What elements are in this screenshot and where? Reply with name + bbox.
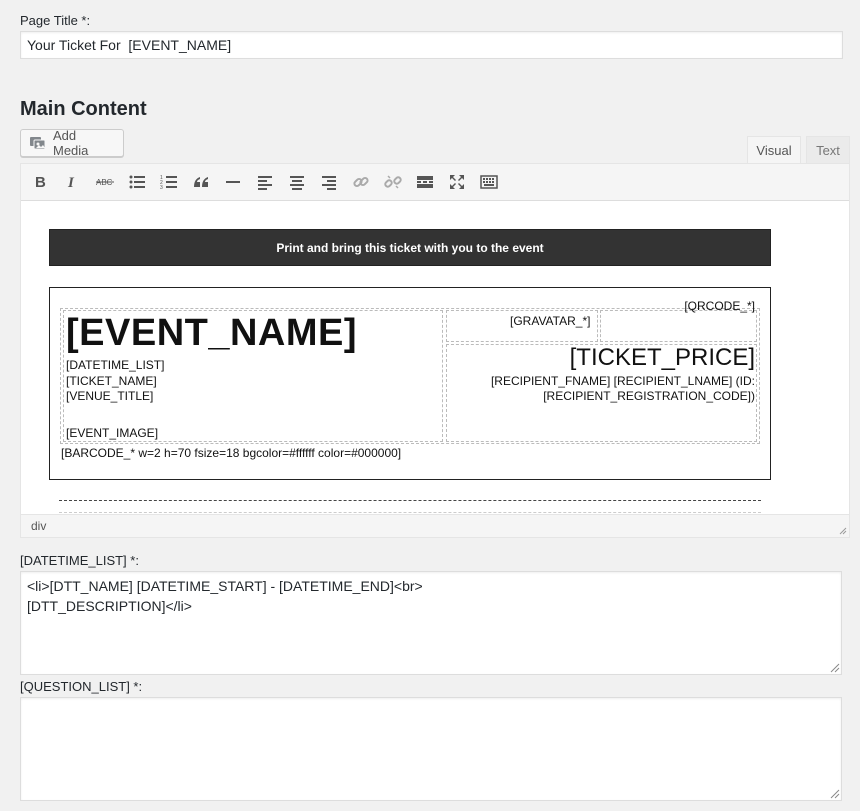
blockquote-icon[interactable]	[189, 170, 213, 194]
editor-statusbar: div	[21, 514, 849, 537]
recipient-line1-text: [RECIPIENT_FNAME] [RECIPIENT_LNAME] (ID:	[490, 374, 755, 388]
add-media-icon	[29, 135, 47, 151]
align-center-icon[interactable]	[285, 170, 309, 194]
page-title-label: Page Title *:	[20, 13, 91, 28]
svg-text:3: 3	[160, 185, 163, 191]
recipient-line2-text: [RECIPIENT_REGISTRATION_CODE])	[543, 389, 755, 403]
italic-icon[interactable]: I	[61, 170, 85, 194]
ticket-price-text: [TICKET_PRICE]	[569, 344, 755, 371]
event-name-text: [EVENT_NAME]	[66, 312, 358, 354]
toolbar-toggle-icon[interactable]	[477, 170, 501, 194]
element-path[interactable]: div	[31, 519, 46, 533]
ticket-name-text: [TICKET_NAME]	[66, 374, 157, 388]
qrcode-text: [QRCODE_*]	[684, 299, 755, 313]
ticket-box: [QRCODE_*] [EVENT_NAME] [DATETIME_LIST] …	[49, 287, 771, 480]
qrcode-cell	[600, 310, 757, 342]
editor-toolbar: B I ABC 123	[21, 164, 849, 201]
add-media-label: Add Media	[53, 128, 89, 158]
svg-text:I: I	[67, 175, 75, 191]
tab-visual[interactable]: Visual	[747, 136, 801, 164]
question-list-label: [QUESTION_LIST] *:	[20, 679, 143, 694]
unlink-icon[interactable]	[381, 170, 405, 194]
page-title-input[interactable]	[20, 31, 843, 59]
content-editor: B I ABC 123 Print and bring this ticket …	[20, 163, 850, 538]
tab-text[interactable]: Text	[806, 136, 850, 164]
question-list-textarea[interactable]	[20, 697, 842, 801]
read-more-icon[interactable]	[413, 170, 437, 194]
link-icon[interactable]	[349, 170, 373, 194]
venue-title-text: [VENUE_TITLE]	[66, 389, 154, 403]
event-image-text: [EVENT_IMAGE]	[66, 426, 159, 440]
editor-content[interactable]: Print and bring this ticket with you to …	[21, 201, 849, 515]
next-ticket-edge	[59, 512, 761, 513]
datetime-list-text: [DATETIME_LIST]	[66, 358, 165, 372]
bullet-list-icon[interactable]	[125, 170, 149, 194]
gravatar-text: [GRAVATAR_*]	[510, 314, 591, 328]
add-media-button[interactable]: Add Media	[20, 128, 124, 158]
editor-resize-handle[interactable]	[837, 525, 847, 535]
main-content-heading: Main Content	[20, 98, 147, 120]
datetime-list-textarea[interactable]: <li>[DTT_NAME] [DATETIME_START] - [DATET…	[20, 571, 842, 675]
align-left-icon[interactable]	[253, 170, 277, 194]
datetime-list-label: [DATETIME_LIST] *:	[20, 553, 139, 568]
svg-text:B: B	[35, 174, 46, 191]
align-right-icon[interactable]	[317, 170, 341, 194]
datetime-resize-handle[interactable]	[828, 661, 840, 673]
bold-icon[interactable]: B	[29, 170, 53, 194]
barcode-text: [BARCODE_* w=2 h=70 fsize=18 bgcolor=#ff…	[61, 446, 402, 460]
strikethrough-icon[interactable]: ABC	[93, 170, 117, 194]
numbered-list-icon[interactable]: 123	[157, 170, 181, 194]
ticket-banner: Print and bring this ticket with you to …	[49, 229, 771, 266]
ticket-separator	[59, 500, 761, 501]
fullscreen-icon[interactable]	[445, 170, 469, 194]
question-resize-handle[interactable]	[828, 787, 840, 799]
horizontal-rule-icon[interactable]	[221, 170, 245, 194]
